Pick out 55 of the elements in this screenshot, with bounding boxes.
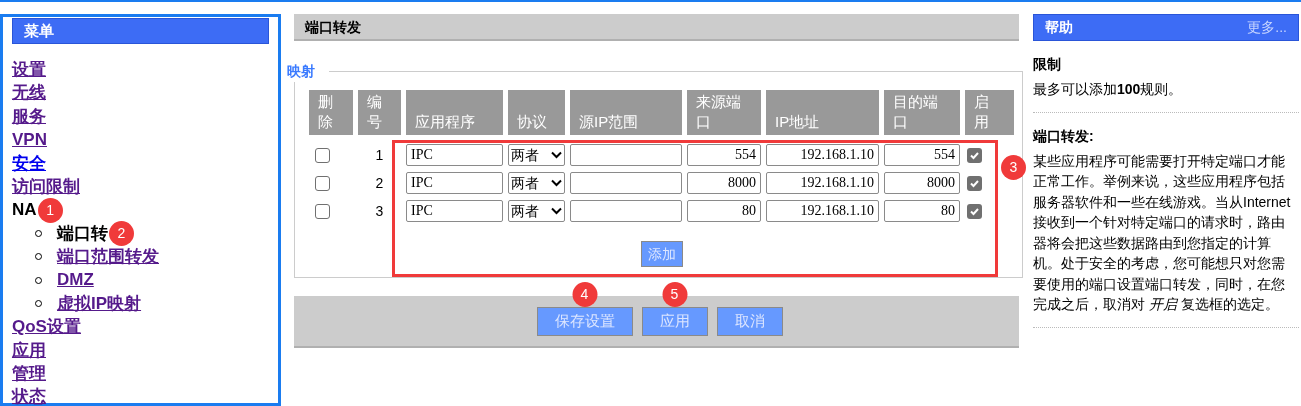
annotation-badge: 4 [572,282,597,307]
row-number: 3 [374,201,385,221]
menu-link[interactable]: VPN [12,127,47,153]
menu-current-item: 端口转 [57,222,108,245]
text-field[interactable]: IPC [406,144,503,166]
annotation-badge: 1 [37,197,63,223]
menu-link[interactable]: 安全 [12,150,46,176]
menu-link[interactable]: 应用 [12,337,46,364]
text-field[interactable]: IPC [406,172,503,194]
protocol-dropdown[interactable]: 两者 [508,172,565,194]
column-header: IP地址 [766,90,879,135]
menu-link[interactable]: 无线 [12,80,46,106]
text-field[interactable]: IPC [406,200,503,222]
menu-link[interactable]: 虚拟IP映射 [57,290,142,317]
row-number: 2 [374,173,385,193]
help-text: 最多可以添加100规则。 [1033,80,1184,99]
menu-link[interactable]: 管理 [12,361,46,387]
column-header: 目的端口 [884,90,960,135]
section-header: 端口转发 [294,14,1019,41]
protocol-dropdown[interactable]: 两者 [508,200,565,222]
column-header: 启用 [965,90,1014,135]
column-header: 删除 [309,90,353,135]
annotation-badge: 2 [109,220,134,246]
menu-current-item: NA [12,199,37,222]
text-field[interactable]: 8000 [884,172,960,194]
menu-header: 菜单 [12,18,269,44]
menu-link[interactable]: 访问限制 [12,173,80,200]
column-header: 应用程序 [406,90,503,135]
protocol-dropdown[interactable]: 两者 [508,144,565,166]
text-field[interactable]: 80 [884,200,960,222]
column-header: 编号 [358,90,401,135]
menu-link[interactable]: 端口范围转发 [57,244,159,270]
text-field[interactable]: 192.168.1.10 [766,200,879,222]
help-title: 帮助 [1045,18,1073,37]
help-text: 某些应用程序可能需要打开特定端口才能正常工作。举例来说，这些应用程序包括服务器软件和一些在线游戏。当从Internet接收到一个针对特定端口的请求时，路由器将会把这些数据路由到您指定的计算机。处于安全的考虑，您可能想只对您需要使用的端口设置端口转发，同时，在您完成之后，取消对 开启 复选框的选定。 [1033,151,1292,314]
text-field[interactable]: 554 [884,144,960,166]
text-field[interactable]: 554 [687,144,761,166]
menu-link[interactable]: QoS设置 [12,314,81,340]
text-field[interactable]: 192.168.1.10 [766,172,879,194]
column-header: 来源端口 [687,90,761,135]
column-header: 源IP范围 [570,90,682,135]
menu-link[interactable]: DMZ [57,267,94,293]
help-heading: 端口转发: [1033,126,1095,146]
text-field[interactable]: 192.168.1.10 [766,144,879,166]
column-header: 协议 [508,90,565,135]
menu-link[interactable]: 状态 [12,384,46,406]
text-field[interactable]: 80 [687,200,761,222]
fieldset-legend: 映射 [287,61,329,82]
annotation-badge: 5 [662,282,687,307]
text-field[interactable]: 8000 [687,172,761,194]
help-heading: 限制 [1033,55,1062,74]
annotation-badge: 3 [1001,155,1026,180]
menu-link[interactable]: 设置 [12,56,46,83]
menu-link[interactable]: 服务 [12,103,46,130]
row-number: 1 [374,145,385,165]
